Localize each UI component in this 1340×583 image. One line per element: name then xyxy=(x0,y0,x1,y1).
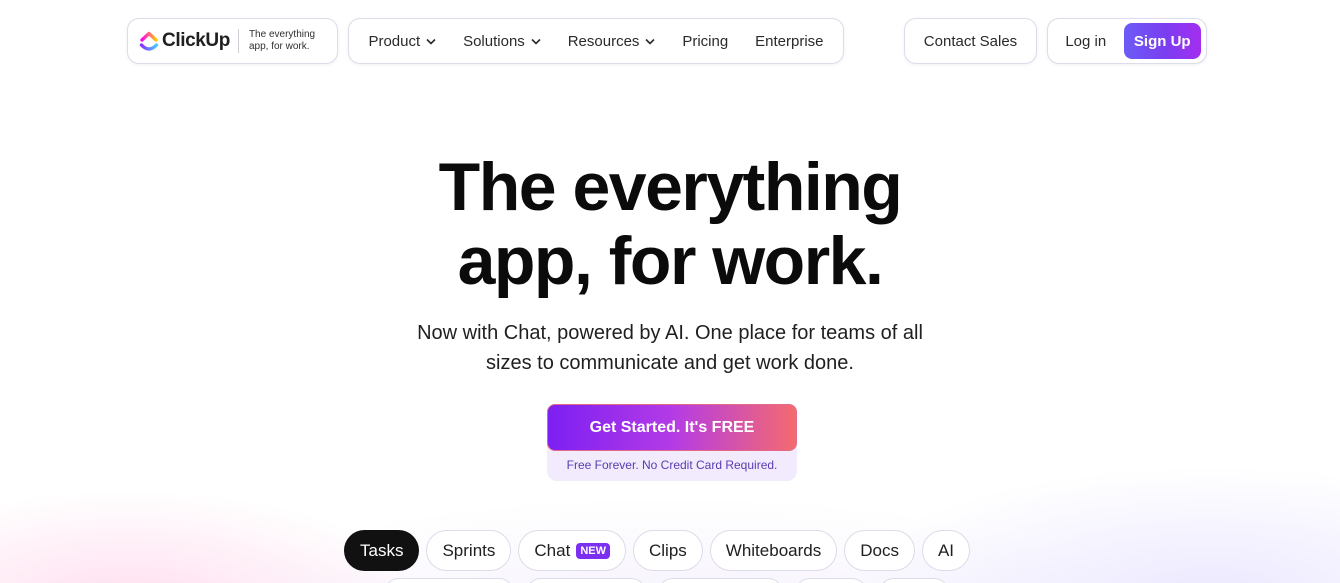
tab-sprints[interactable]: Sprints xyxy=(426,530,512,571)
hero-subtitle-line-2: sizes to communicate and get work done. xyxy=(486,352,854,374)
hero-title-line-1: The everything xyxy=(438,149,903,225)
tab-tasks[interactable]: Tasks xyxy=(344,530,420,571)
nav-solutions-label: Solutions xyxy=(463,32,525,50)
login-button[interactable]: Log in xyxy=(1048,33,1124,50)
tab-ai[interactable]: AI xyxy=(921,530,971,571)
feature-tabs: Tasks Sprints Chat NEW Clips Whiteboards… xyxy=(344,530,971,571)
tab-partial[interactable] xyxy=(658,578,783,583)
signup-button[interactable]: Sign Up xyxy=(1123,23,1201,59)
cta-container: Get Started. It's FREE Free Forever. No … xyxy=(547,404,797,481)
hero-subtitle-line-1: Now with Chat, powered by AI. One place … xyxy=(417,322,923,344)
chevron-down-icon xyxy=(531,38,541,45)
nav-resources[interactable]: Resources xyxy=(564,33,660,50)
nav-product-label: Product xyxy=(368,32,421,50)
brand-divider xyxy=(237,29,239,53)
feature-tabs-row-2 xyxy=(384,578,949,583)
main-nav: Product Solutions Resources Pricing Ente… xyxy=(348,18,844,64)
tagline-line-1: The everything xyxy=(248,29,316,40)
brand-logo[interactable]: ClickUp The everything app, for work. xyxy=(127,18,338,64)
hero-subtitle: Now with Chat, powered by AI. One place … xyxy=(0,318,1340,378)
tab-partial[interactable] xyxy=(384,578,514,583)
tab-chat-label: Chat xyxy=(534,540,571,560)
nav-solutions[interactable]: Solutions xyxy=(459,33,545,50)
hero-title: The everything app, for work. xyxy=(0,150,1340,298)
cta-note: Free Forever. No Credit Card Required. xyxy=(566,458,778,472)
nav-enterprise-label: Enterprise xyxy=(755,32,824,50)
new-badge: NEW xyxy=(576,542,610,559)
tab-whiteboards[interactable]: Whiteboards xyxy=(709,530,838,571)
nav-resources-label: Resources xyxy=(567,32,640,50)
auth-group: Log in Sign Up xyxy=(1047,18,1207,64)
tab-partial[interactable] xyxy=(526,578,646,583)
get-started-button[interactable]: Get Started. It's FREE xyxy=(547,404,797,451)
hero-title-line-2: app, for work. xyxy=(457,223,884,299)
contact-sales-button[interactable]: Contact Sales xyxy=(904,18,1037,64)
clickup-logo-icon xyxy=(139,31,159,51)
tab-chat[interactable]: Chat NEW xyxy=(518,530,626,571)
nav-pricing[interactable]: Pricing xyxy=(678,33,732,50)
tab-docs[interactable]: Docs xyxy=(844,530,915,571)
brand-tagline: The everything app, for work. xyxy=(249,29,329,53)
nav-enterprise[interactable]: Enterprise xyxy=(751,33,827,50)
nav-product[interactable]: Product xyxy=(364,33,440,50)
tagline-line-2: app, for work. xyxy=(248,41,310,52)
brand-name: ClickUp xyxy=(162,30,230,51)
chevron-down-icon xyxy=(645,38,655,45)
tab-partial[interactable] xyxy=(795,578,867,583)
tab-clips[interactable]: Clips xyxy=(632,530,703,571)
nav-pricing-label: Pricing xyxy=(682,32,729,50)
chevron-down-icon xyxy=(426,38,436,45)
tab-partial[interactable] xyxy=(879,578,949,583)
